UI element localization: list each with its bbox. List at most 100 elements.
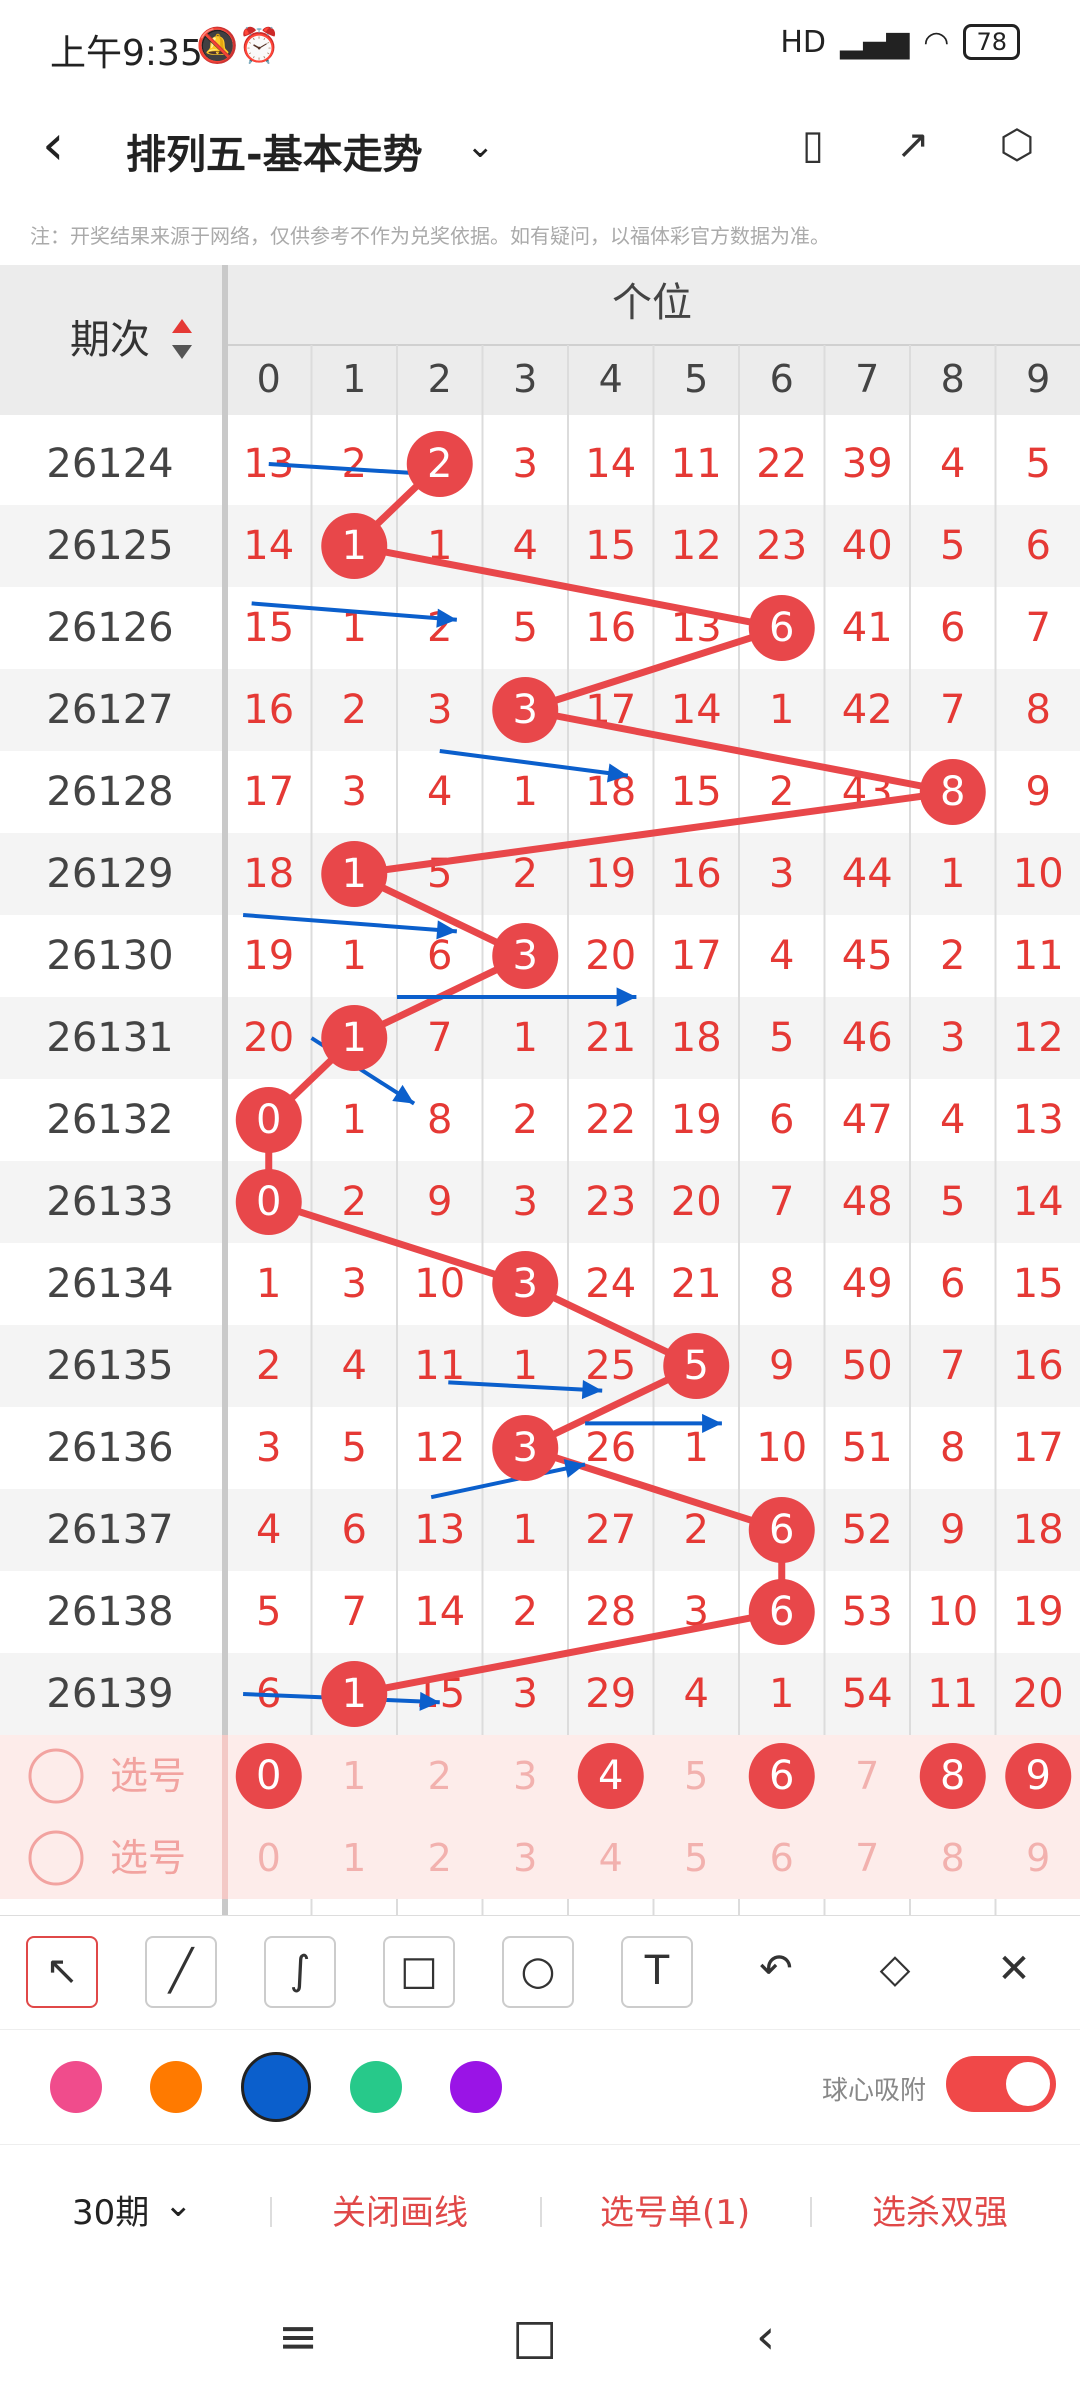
clear-icon[interactable]: ✕ — [978, 1936, 1050, 2008]
digit-header: 7 — [855, 357, 879, 401]
miss-cell: 4 — [513, 523, 538, 569]
miss-cell: 29 — [585, 1671, 636, 1717]
miss-cell: 45 — [842, 933, 893, 979]
digit-header: 9 — [1026, 357, 1050, 401]
period-cell: 26134 — [46, 1261, 173, 1307]
back-icon[interactable]: ‹ — [756, 2309, 775, 2365]
color-swatch[interactable] — [350, 2061, 402, 2113]
miss-cell: 11 — [1013, 933, 1064, 979]
select-label: 选号 — [110, 1754, 186, 1798]
line-tool-icon[interactable]: ╱ — [145, 1936, 217, 2008]
winning-number: 6 — [769, 1589, 794, 1635]
miss-cell: 11 — [671, 441, 722, 487]
digit-header: 0 — [257, 357, 281, 401]
digit-header: 3 — [513, 357, 537, 401]
select-digit: 2 — [428, 1754, 452, 1798]
miss-cell: 10 — [414, 1261, 465, 1307]
select-digit: 1 — [342, 1754, 366, 1798]
signal-icon: ▂▄▆ — [840, 24, 910, 60]
miss-cell: 19 — [671, 1097, 722, 1143]
miss-cell: 10 — [1013, 851, 1064, 897]
select-digit: 0 — [257, 1836, 281, 1880]
snap-toggle[interactable] — [946, 2056, 1056, 2112]
color-swatch[interactable] — [450, 2061, 502, 2113]
miss-cell: 25 — [585, 1343, 636, 1389]
period-cell: 26138 — [46, 1589, 173, 1635]
miss-cell: 15 — [585, 523, 636, 569]
selected-number: 0 — [256, 1753, 281, 1799]
eraser-icon[interactable]: ◇ — [859, 1936, 931, 2008]
chevron-down-icon[interactable]: ⌄ — [466, 126, 495, 166]
period-cell: 26128 — [46, 769, 173, 815]
miss-cell: 16 — [671, 851, 722, 897]
color-swatch[interactable] — [241, 2052, 311, 2122]
period-select[interactable]: 30期 — [72, 2185, 149, 2234]
text-tool-icon[interactable]: T — [621, 1936, 693, 2008]
mute-alarm-icons: 🔕⏰ — [196, 26, 281, 66]
arrow-tool-icon[interactable]: ↖ — [26, 1936, 98, 2008]
select-digit: 8 — [941, 1836, 965, 1880]
curve-tool-icon[interactable]: ∫ — [264, 1936, 336, 2008]
miss-cell: 4 — [940, 441, 965, 487]
home-icon[interactable]: □ — [512, 2309, 557, 2365]
miss-cell: 20 — [671, 1179, 722, 1225]
miss-cell: 1 — [769, 1671, 794, 1717]
miss-cell: 50 — [842, 1343, 893, 1389]
close-lines-button[interactable]: 关闭画线 — [332, 2185, 468, 2234]
miss-cell: 17 — [671, 933, 722, 979]
wifi-icon: ◠ — [923, 24, 950, 60]
color-swatch[interactable] — [150, 2061, 202, 2113]
miss-cell: 48 — [842, 1179, 893, 1225]
back-button[interactable]: ‹ — [42, 118, 64, 174]
miss-cell: 14 — [1013, 1179, 1064, 1225]
settings-icon[interactable]: ⬡ — [992, 120, 1042, 170]
miss-cell: 54 — [842, 1671, 893, 1717]
miss-cell: 9 — [940, 1507, 965, 1553]
kill-double-button[interactable]: 选杀双强 — [872, 2185, 1008, 2234]
miss-cell: 1 — [513, 1015, 538, 1061]
chevron-down-icon[interactable]: ⌄ — [164, 2185, 193, 2225]
trend-chart[interactable]: 期次 个位 0 1 2 3 4 5 6 7 8 9 26124 13 2 3 14 11 22 39 4 5 26125 14… — [0, 265, 1080, 1915]
digit-header: 6 — [770, 357, 794, 401]
system-nav: ≡ □ ‹ — [0, 2275, 1080, 2400]
bottom-bar: 30期 ⌄ 关闭画线 选号单(1) 选杀双强 — [0, 2145, 1080, 2275]
miss-cell: 41 — [842, 605, 893, 651]
page-title[interactable]: 排列五-基本走势 — [126, 122, 423, 180]
color-swatch[interactable] — [50, 2061, 102, 2113]
layout-icon[interactable]: ▯ — [788, 120, 838, 170]
winning-number: 1 — [342, 1015, 367, 1061]
period-cell: 26133 — [46, 1179, 173, 1225]
snap-label: 球心吸附 — [822, 2076, 927, 2106]
miss-cell: 2 — [769, 769, 794, 815]
miss-cell: 1 — [513, 1343, 538, 1389]
miss-cell: 14 — [585, 441, 636, 487]
miss-cell: 5 — [342, 1425, 367, 1471]
miss-cell: 8 — [769, 1261, 794, 1307]
miss-cell: 2 — [256, 1343, 281, 1389]
miss-cell: 2 — [342, 687, 367, 733]
select-digit: 5 — [684, 1836, 708, 1880]
period-cell: 26127 — [46, 687, 173, 733]
pick-list-button[interactable]: 选号单(1) — [600, 2185, 750, 2234]
miss-cell: 3 — [427, 687, 452, 733]
miss-cell: 7 — [427, 1015, 452, 1061]
period-header: 期次 — [70, 317, 150, 363]
miss-cell: 28 — [585, 1589, 636, 1635]
miss-cell: 18 — [243, 851, 294, 897]
miss-cell: 44 — [842, 851, 893, 897]
circle-tool-icon[interactable]: ○ — [502, 1936, 574, 2008]
miss-cell: 5 — [940, 523, 965, 569]
miss-cell: 8 — [1026, 687, 1051, 733]
select-label: 选号 — [110, 1836, 186, 1880]
undo-icon[interactable]: ↶ — [740, 1936, 812, 2008]
period-cell: 26139 — [46, 1671, 173, 1717]
miss-cell: 10 — [756, 1425, 807, 1471]
miss-cell: 9 — [769, 1343, 794, 1389]
miss-cell: 9 — [427, 1179, 452, 1225]
share-icon[interactable]: ↗ — [888, 120, 938, 170]
rectangle-tool-icon[interactable]: □ — [383, 1936, 455, 2008]
menu-icon[interactable]: ≡ — [278, 2309, 318, 2365]
miss-cell: 19 — [1013, 1589, 1064, 1635]
miss-cell: 2 — [513, 1097, 538, 1143]
miss-cell: 12 — [1013, 1015, 1064, 1061]
